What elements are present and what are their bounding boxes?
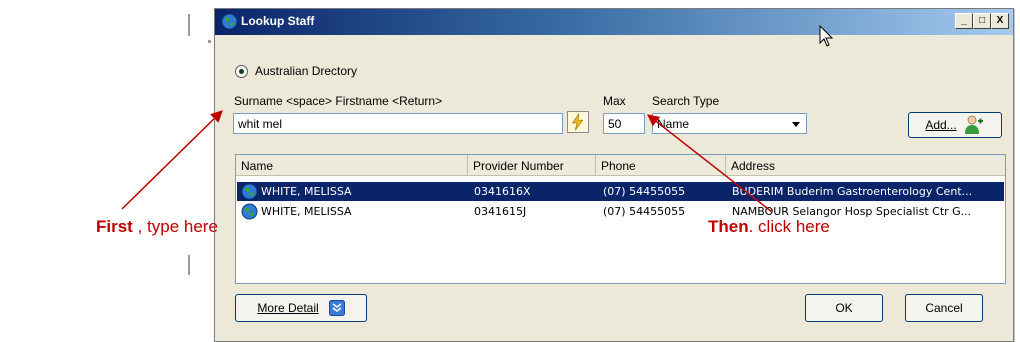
results-header: Name Provider Number Phone Address xyxy=(236,155,1005,176)
close-button[interactable]: X xyxy=(991,13,1009,29)
globe-icon xyxy=(241,203,258,220)
add-button[interactable]: Add... xyxy=(908,112,1002,138)
search-type-label: Search Type xyxy=(652,94,720,108)
column-phone-header[interactable]: Phone xyxy=(596,155,726,175)
lightning-icon xyxy=(571,113,584,131)
row-phone: (07) 54455055 xyxy=(603,205,686,218)
title-bar[interactable]: Lookup Staff _ □ X xyxy=(215,9,1013,35)
annotation-then-rest: . click here xyxy=(748,217,830,236)
query-label: Surname <space> Firstname <Return> xyxy=(234,94,443,108)
table-row[interactable]: WHITE, MELISSA 0341615J (07) 54455055 NA… xyxy=(237,202,1004,221)
add-button-label: Add... xyxy=(925,118,957,132)
annotation-first: First , type here xyxy=(96,217,218,237)
annotation-then: Then. click here xyxy=(708,217,830,237)
row-name: WHITE, MELISSA xyxy=(261,185,352,198)
column-provider-header[interactable]: Provider Number xyxy=(468,155,596,175)
annotation-first-bold: First xyxy=(96,217,133,236)
lookup-staff-dialog: Lookup Staff _ □ X Australian Drectory S… xyxy=(214,8,1014,342)
table-row[interactable]: WHITE, MELISSA 0341616X (07) 54455055 BU… xyxy=(237,182,1004,201)
directory-option-label: Australian Drectory xyxy=(255,64,358,78)
window-title: Lookup Staff xyxy=(241,14,315,28)
row-phone: (07) 54455055 xyxy=(603,185,686,198)
background-artifact xyxy=(188,255,190,275)
expand-down-icon xyxy=(328,300,345,316)
more-detail-button[interactable]: More Detail xyxy=(235,294,367,322)
globe-app-icon xyxy=(221,13,238,30)
minimize-button[interactable]: _ xyxy=(955,13,973,29)
search-type-select[interactable]: Name xyxy=(652,113,807,134)
arrow-to-search-input xyxy=(121,110,223,210)
globe-icon xyxy=(241,183,258,200)
background-artifact xyxy=(188,14,190,36)
directory-radio[interactable] xyxy=(235,64,248,78)
background-artifact xyxy=(208,40,211,43)
search-type-value: Name xyxy=(657,117,690,131)
results-list[interactable]: Name Provider Number Phone Address WHITE… xyxy=(235,154,1006,284)
column-address-header[interactable]: Address xyxy=(726,155,1005,175)
row-name: WHITE, MELISSA xyxy=(261,205,352,218)
column-name-header[interactable]: Name xyxy=(236,155,468,175)
cancel-button[interactable]: Cancel xyxy=(905,294,983,322)
mouse-pointer-icon xyxy=(819,25,834,47)
annotation-first-rest: , type here xyxy=(132,217,218,236)
max-label: Max xyxy=(603,94,626,108)
more-detail-label: More Detail xyxy=(257,301,319,315)
add-user-icon xyxy=(964,115,983,134)
lightning-search-button[interactable] xyxy=(567,111,589,133)
ok-button[interactable]: OK xyxy=(805,294,883,322)
maximize-button[interactable]: □ xyxy=(973,13,991,29)
row-provider-number: 0341615J xyxy=(474,205,527,218)
directory-option[interactable]: Australian Drectory xyxy=(235,64,357,78)
row-address: BUDERIM Buderim Gastroenterology Cent... xyxy=(732,185,973,198)
search-input[interactable]: whit mel xyxy=(233,113,563,134)
chevron-down-icon xyxy=(792,122,800,127)
annotation-then-bold: Then xyxy=(708,217,749,236)
max-input[interactable]: 50 xyxy=(603,113,645,134)
row-provider-number: 0341616X xyxy=(474,185,531,198)
